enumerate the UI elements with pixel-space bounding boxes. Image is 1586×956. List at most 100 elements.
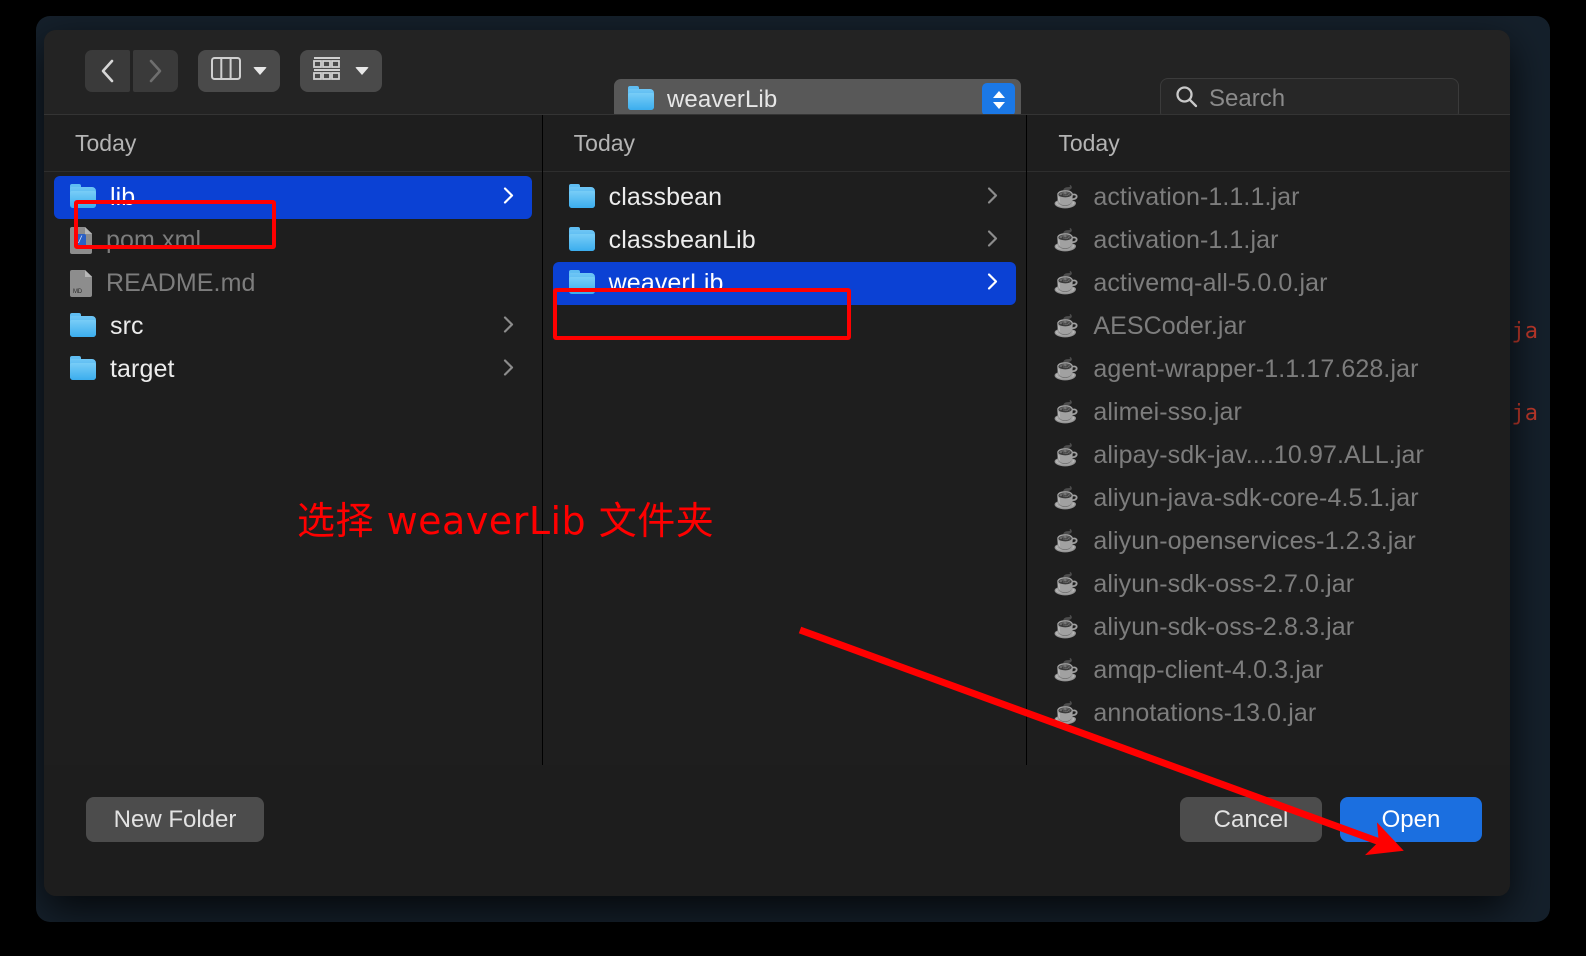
new-folder-button[interactable]: New Folder <box>86 797 264 842</box>
folder-icon <box>70 184 96 208</box>
jar-file-icon: ☕ <box>1053 487 1080 510</box>
back-icon <box>99 58 116 84</box>
current-folder-label: weaverLib <box>667 85 778 113</box>
list-item-label: alimei-sso.jar <box>1093 398 1242 426</box>
search-icon <box>1175 85 1198 113</box>
jar-file-icon: ☕ <box>1053 573 1080 596</box>
forward-icon <box>147 58 164 84</box>
chevron-right-icon <box>503 186 514 209</box>
list-item-label: aliyun-openservices-1.2.3.jar <box>1093 527 1416 555</box>
group-items-icon <box>313 56 343 86</box>
folder-icon <box>568 184 595 208</box>
list-item[interactable]: / pom.xml <box>54 219 532 262</box>
jar-file-icon: ☕ <box>1053 315 1080 338</box>
jar-file-icon: ☕ <box>1053 444 1080 467</box>
jar-file-icon: ☕ <box>1053 401 1080 424</box>
list-item[interactable]: target <box>54 348 532 391</box>
list-item-label: AESCoder.jar <box>1093 312 1246 340</box>
list-item[interactable]: ☕ aliyun-java-sdk-core-4.5.1.jar <box>1037 477 1500 520</box>
list-item-label: pom.xml <box>106 226 202 254</box>
list-item[interactable]: ☕ aliyun-sdk-oss-2.8.3.jar <box>1037 606 1500 649</box>
chevron-down-icon <box>355 67 369 75</box>
jar-file-icon: ☕ <box>1053 702 1080 725</box>
chevron-right-icon <box>503 358 514 381</box>
list-item-label: aliyun-sdk-oss-2.8.3.jar <box>1093 613 1355 641</box>
navigation-buttons <box>85 50 178 92</box>
list-item-label: annotations-13.0.jar <box>1093 699 1317 727</box>
list-item[interactable]: weaverLib <box>552 262 1017 305</box>
list-item-label: activation-1.1.jar <box>1093 226 1279 254</box>
list-item[interactable]: ☕ agent-wrapper-1.1.17.628.jar <box>1037 348 1500 391</box>
cancel-button[interactable]: Cancel <box>1180 797 1322 842</box>
jar-file-icon: ☕ <box>1053 659 1080 682</box>
jar-file-icon: ☕ <box>1053 272 1080 295</box>
list-item[interactable]: ☕ aliyun-openservices-1.2.3.jar <box>1037 520 1500 563</box>
jar-file-icon: ☕ <box>1053 530 1080 553</box>
list-item[interactable]: ☕ activemq-all-5.0.0.jar <box>1037 262 1500 305</box>
list-item-label: lib <box>110 183 136 211</box>
list-item[interactable]: classbeanLib <box>553 219 1017 262</box>
browser-column-2: Today classbean classbeanLib weaverLib <box>542 115 1028 765</box>
list-item-label: alipay-sdk-jav....10.97.ALL.jar <box>1093 441 1424 469</box>
list-item[interactable]: classbean <box>553 176 1017 219</box>
jar-file-icon: ☕ <box>1053 186 1080 209</box>
up-down-stepper-icon[interactable] <box>982 83 1015 116</box>
jar-file-icon: ☕ <box>1053 358 1080 381</box>
list-item[interactable]: ☕ aliyun-sdk-oss-2.7.0.jar <box>1037 563 1500 606</box>
column-1-rows: lib / pom.xml MD README.md src target <box>44 172 542 391</box>
column-view-icon <box>211 57 241 85</box>
browser-column-3: Today ☕ activation-1.1.1.jar ☕ activatio… <box>1027 115 1510 765</box>
folder-icon <box>568 227 595 251</box>
list-item[interactable]: MD README.md <box>54 262 532 305</box>
list-item[interactable]: ☕ AESCoder.jar <box>1037 305 1500 348</box>
list-item-label: classbean <box>608 183 723 211</box>
back-button[interactable] <box>85 50 130 92</box>
list-item-label: weaverLib <box>608 269 724 297</box>
forward-button[interactable] <box>133 50 178 92</box>
list-item[interactable]: ☕ activation-1.1.jar <box>1037 219 1500 262</box>
list-item-label: README.md <box>106 269 256 297</box>
list-item-label: agent-wrapper-1.1.17.628.jar <box>1093 355 1419 383</box>
list-item[interactable]: ☕ alimei-sso.jar <box>1037 391 1500 434</box>
list-item-label: aliyun-java-sdk-core-4.5.1.jar <box>1093 484 1419 512</box>
arrange-button[interactable] <box>300 50 382 92</box>
chevron-right-icon <box>987 272 998 295</box>
jar-file-icon: ☕ <box>1053 229 1080 252</box>
list-item[interactable]: ☕ activation-1.1.1.jar <box>1037 176 1500 219</box>
chevron-right-icon <box>987 186 998 209</box>
browser-column-1: Today lib / pom.xml MD README.md src tar… <box>44 115 543 765</box>
list-item-label: src <box>110 312 144 340</box>
folder-icon <box>70 313 96 337</box>
xml-file-icon: / <box>70 227 92 254</box>
list-item-label: classbeanLib <box>608 226 756 254</box>
annotation-instruction: 选择 weaverLib 文件夹 <box>297 499 715 543</box>
chevron-right-icon <box>503 315 514 338</box>
folder-icon <box>568 270 595 294</box>
view-mode-button[interactable] <box>198 50 280 92</box>
list-item-label: activation-1.1.1.jar <box>1093 183 1300 211</box>
list-item[interactable]: ☕ amqp-client-4.0.3.jar <box>1037 649 1500 692</box>
search-input[interactable]: Search <box>1209 85 1285 113</box>
list-item-label: target <box>110 355 175 383</box>
chevron-down-icon <box>253 67 267 75</box>
column-3-header: Today <box>1027 115 1510 172</box>
list-item-label: activemq-all-5.0.0.jar <box>1093 269 1328 297</box>
dialog-toolbar: weaverLib Search <box>44 30 1510 120</box>
list-item-label: amqp-client-4.0.3.jar <box>1093 656 1324 684</box>
column-1-header: Today <box>44 115 542 172</box>
column-3-rows: ☕ activation-1.1.1.jar ☕ activation-1.1.… <box>1027 172 1510 735</box>
dialog-footer: New Folder Cancel Open <box>44 765 1510 896</box>
open-button[interactable]: Open <box>1340 797 1482 842</box>
chevron-right-icon <box>987 229 998 252</box>
file-open-dialog: weaverLib Search Today lib / pom.xml MD … <box>44 30 1510 896</box>
folder-icon <box>70 356 96 380</box>
list-item[interactable]: lib <box>54 176 532 219</box>
list-item[interactable]: src <box>54 305 532 348</box>
list-item-label: aliyun-sdk-oss-2.7.0.jar <box>1093 570 1355 598</box>
jar-file-icon: ☕ <box>1053 616 1080 639</box>
md-file-icon: MD <box>70 270 92 297</box>
column-browser: Today lib / pom.xml MD README.md src tar… <box>44 114 1510 766</box>
column-2-rows: classbean classbeanLib weaverLib <box>543 172 1027 305</box>
list-item[interactable]: ☕ annotations-13.0.jar <box>1037 692 1500 735</box>
list-item[interactable]: ☕ alipay-sdk-jav....10.97.ALL.jar <box>1037 434 1500 477</box>
